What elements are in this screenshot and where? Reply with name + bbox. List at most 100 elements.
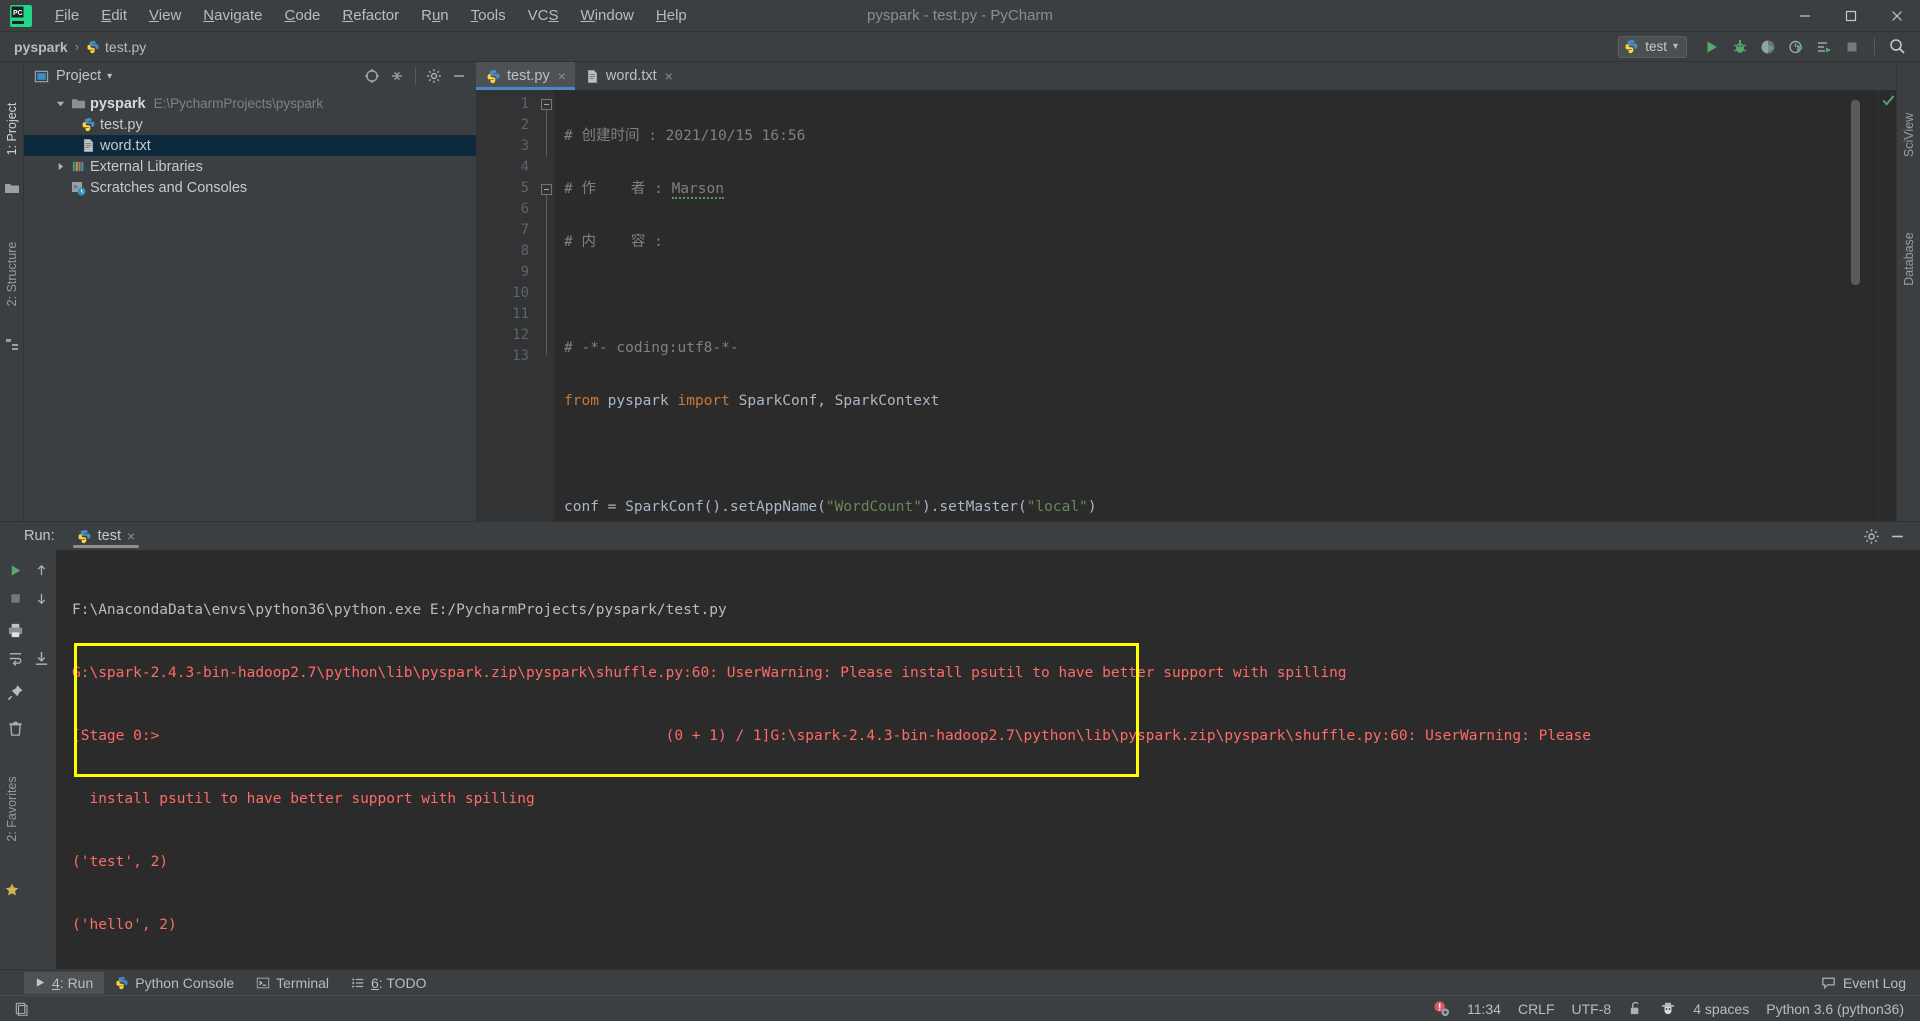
hide-panel-icon[interactable] xyxy=(448,65,470,87)
sidebar-item-structure[interactable]: 2: Structure xyxy=(5,242,19,307)
chevron-collapsed-icon[interactable] xyxy=(52,162,68,171)
menu-file[interactable]: File xyxy=(44,2,90,30)
tab-word-txt[interactable]: word.txt × xyxy=(575,62,682,90)
stop-button[interactable] xyxy=(1839,35,1865,59)
inspection-status-icon[interactable] xyxy=(1433,1000,1450,1017)
folder-strip-icon[interactable] xyxy=(4,180,20,196)
scroll-to-end-button[interactable] xyxy=(28,644,54,672)
menu-vcs[interactable]: VCS xyxy=(517,2,570,30)
menu-navigate[interactable]: Navigate xyxy=(192,2,273,30)
run-with-coverage-button[interactable] xyxy=(1755,35,1781,59)
show-tool-windows-icon[interactable] xyxy=(14,1001,29,1016)
run-tests-button[interactable] xyxy=(1811,35,1837,59)
scroll-down-button[interactable] xyxy=(28,584,54,612)
breadcrumb-separator: › xyxy=(74,39,80,54)
console-output[interactable]: F:\AnacondaData\envs\python36\python.exe… xyxy=(56,550,1920,969)
menu-code[interactable]: Code xyxy=(274,2,332,30)
scroll-from-source-icon[interactable] xyxy=(361,65,383,87)
line-number-gutter: 1 2 3 4 5 6 7 8 9 10 11 12 13 xyxy=(476,90,538,521)
profile-button[interactable] xyxy=(1783,35,1809,59)
menu-run[interactable]: Run xyxy=(410,2,460,30)
close-icon[interactable]: × xyxy=(558,68,566,84)
menu-refactor[interactable]: Refactor xyxy=(331,2,410,30)
code-editor[interactable]: 1 2 3 4 5 6 7 8 9 10 11 12 13 # 创建时间: 2… xyxy=(476,90,1896,521)
status-time: 11:34 xyxy=(1466,1000,1501,1017)
status-encoding[interactable]: UTF-8 xyxy=(1572,1001,1612,1017)
hector-icon[interactable] xyxy=(1660,1001,1676,1017)
collapse-all-icon[interactable] xyxy=(386,65,408,87)
close-icon[interactable]: × xyxy=(665,68,673,84)
stop-process-button[interactable] xyxy=(2,584,28,612)
run-tool-window: Run: test × F:\AnacondaData\envs\python3… xyxy=(0,521,1920,969)
search-everywhere-icon[interactable] xyxy=(1884,35,1910,59)
tree-node-word-txt[interactable]: word.txt xyxy=(24,135,476,156)
chevron-down-icon[interactable]: ▾ xyxy=(107,71,112,82)
scroll-up-button[interactable] xyxy=(28,556,54,584)
rerun-button[interactable] xyxy=(2,556,28,584)
folder-icon xyxy=(68,96,88,111)
menu-tools[interactable]: Tools xyxy=(460,2,517,30)
lock-icon[interactable] xyxy=(1628,1001,1643,1017)
gear-icon[interactable] xyxy=(423,65,445,87)
run-tab-test[interactable]: test × xyxy=(69,522,144,550)
scrollbar-thumb[interactable] xyxy=(1851,100,1860,285)
tab-test-py[interactable]: test.py × xyxy=(476,62,575,90)
tab-todo[interactable]: 6: TODO xyxy=(340,972,438,994)
hide-panel-icon[interactable] xyxy=(1886,525,1908,547)
tree-node-pyspark[interactable]: pyspark E:\PycharmProjects\pyspark xyxy=(24,93,476,114)
code-line-8: conf = SparkConf().setAppName("WordCount… xyxy=(564,499,1097,515)
tree-node-external-libraries[interactable]: External Libraries xyxy=(24,156,476,177)
run-button[interactable] xyxy=(1699,35,1725,59)
inspection-ok-icon[interactable] xyxy=(1882,94,1895,107)
status-indent[interactable]: 4 spaces xyxy=(1693,1001,1749,1017)
pin-tab-button[interactable] xyxy=(2,678,28,706)
structure-strip-icon[interactable] xyxy=(4,336,20,352)
tab-terminal[interactable]: Terminal xyxy=(245,972,340,994)
tree-node-test-py[interactable]: test.py xyxy=(24,114,476,135)
svg-text:>: > xyxy=(74,183,78,191)
code-content[interactable]: # 创建时间 : 2021/10/15 16:56 # 作 者 : Marson… xyxy=(554,90,1878,521)
tab-run[interactable]: 4: Run xyxy=(24,971,105,994)
soft-wrap-button[interactable] xyxy=(2,644,28,672)
menu-help[interactable]: Help xyxy=(645,2,698,30)
tab-python-console[interactable]: Python Console xyxy=(104,972,245,994)
breadcrumb-project[interactable]: pyspark xyxy=(14,39,68,55)
clear-all-button[interactable] xyxy=(2,714,28,742)
gear-icon[interactable] xyxy=(1860,525,1882,547)
debug-button[interactable] xyxy=(1727,35,1753,59)
menu-view[interactable]: View xyxy=(138,2,192,30)
breadcrumb-file[interactable]: test.py xyxy=(105,39,146,55)
status-line-separator[interactable]: CRLF xyxy=(1518,1001,1555,1017)
sidebar-item-project[interactable]: 1: Project xyxy=(5,103,19,156)
tree-path: E:\PycharmProjects\pyspark xyxy=(153,96,324,111)
event-log-icon xyxy=(1821,975,1836,990)
menu-window[interactable]: Window xyxy=(570,2,645,30)
line-number: 2 xyxy=(520,117,529,133)
code-line-3: # 内 容 : xyxy=(564,232,1878,253)
sidebar-item-database[interactable]: Database xyxy=(1902,232,1916,286)
code-line-5: # -*- coding:utf8-*- xyxy=(564,338,1878,359)
fold-region-icon[interactable] xyxy=(541,99,552,110)
editor-scrollbar[interactable] xyxy=(1851,90,1860,521)
star-icon[interactable] xyxy=(4,882,20,898)
chevron-expanded-icon[interactable] xyxy=(52,99,68,108)
run-panel-sidebar xyxy=(0,550,56,969)
close-icon[interactable]: × xyxy=(127,528,135,544)
run-configuration-selector[interactable]: test ▾ xyxy=(1618,35,1687,58)
project-title: Project xyxy=(56,68,102,84)
fold-region-icon[interactable] xyxy=(541,184,552,195)
minimize-button[interactable] xyxy=(1782,0,1828,32)
sidebar-item-sciview[interactable]: SciView xyxy=(1902,113,1916,157)
sidebar-item-favorites[interactable]: 2: Favorites xyxy=(5,776,19,841)
status-interpreter[interactable]: Python 3.6 (python36) xyxy=(1766,1001,1904,1017)
menu-edit[interactable]: Edit xyxy=(90,2,138,30)
fold-column[interactable] xyxy=(538,90,554,521)
print-button[interactable] xyxy=(2,616,28,644)
close-button[interactable] xyxy=(1874,0,1920,32)
python-icon xyxy=(115,976,129,990)
editor-marker-bar[interactable] xyxy=(1878,90,1896,521)
maximize-button[interactable] xyxy=(1828,0,1874,32)
tree-node-scratches[interactable]: > Scratches and Consoles xyxy=(24,177,476,198)
tree-label: word.txt xyxy=(100,137,151,154)
event-log-label[interactable]: Event Log xyxy=(1843,975,1906,991)
